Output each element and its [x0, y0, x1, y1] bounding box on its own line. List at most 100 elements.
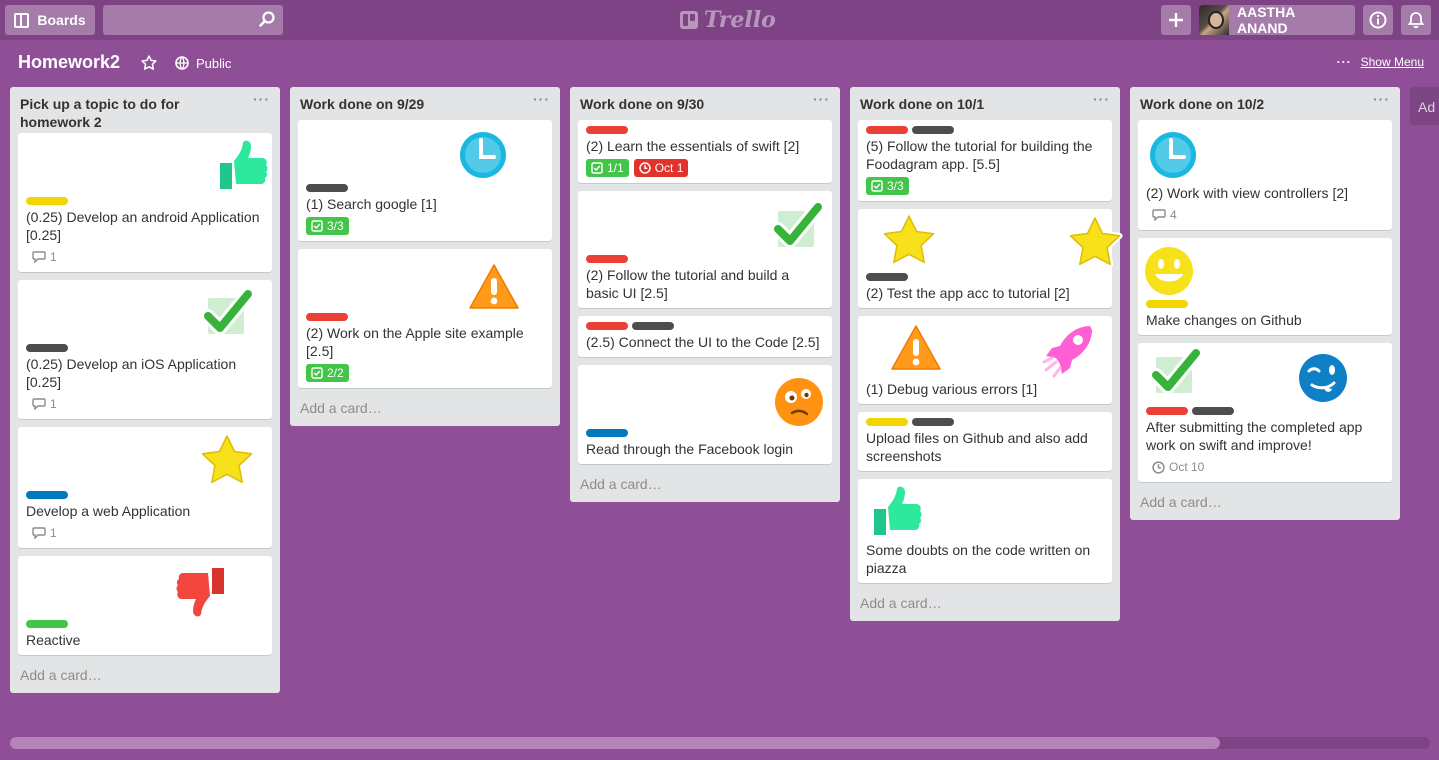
list-title[interactable]: Work done on 9/29	[300, 96, 424, 112]
list-header[interactable]: Work done on 10/1 ···	[850, 87, 1120, 120]
trello-logo[interactable]: Trello	[680, 7, 776, 33]
card[interactable]: (2) Work with view controllers [2] 4	[1138, 120, 1392, 230]
card[interactable]: (2.5) Connect the UI to the Code [2.5]	[578, 316, 832, 357]
list-menu-icon[interactable]: ···	[1093, 92, 1110, 106]
label-black	[1192, 407, 1234, 415]
label-black	[306, 184, 348, 192]
info-button[interactable]	[1363, 5, 1393, 35]
horizontal-scrollbar[interactable]	[10, 737, 1430, 749]
notifications-button[interactable]	[1401, 5, 1431, 35]
boards-icon	[14, 12, 30, 28]
add-card-button[interactable]: Add a card…	[1130, 490, 1400, 520]
list-header[interactable]: Pick up a topic to do for homework 2 ···	[10, 87, 280, 133]
card[interactable]: (5) Follow the tutorial for building the…	[858, 120, 1112, 201]
label-red	[306, 313, 348, 321]
list-header[interactable]: Work done on 10/2 ···	[1130, 87, 1400, 120]
comments-count: 4	[1170, 208, 1177, 222]
comments-badge: 1	[26, 395, 57, 413]
smile-face-icon	[1142, 244, 1196, 298]
show-menu-label: Show Menu	[1360, 55, 1424, 69]
card-title: After submitting the completed app work …	[1146, 419, 1363, 453]
list-header[interactable]: Work done on 9/30 ···	[570, 87, 840, 120]
clock-icon	[456, 128, 510, 182]
card-title: Some doubts on the code written on piazz…	[866, 542, 1091, 576]
card-title: (2) Work on the Apple site example [2.5]	[306, 325, 524, 359]
thumbs-up-icon	[217, 137, 271, 192]
card-title: (0.25) Develop an android Application [0…	[26, 209, 260, 243]
list-9-29: Work done on 9/29 ··· (1) Search google …	[290, 87, 560, 426]
add-card-button[interactable]: Add a card…	[10, 663, 280, 693]
comment-icon	[32, 251, 46, 263]
scrollbar-thumb[interactable]	[10, 737, 1220, 749]
list-menu-icon[interactable]: ···	[533, 92, 550, 106]
card-title: Reactive	[26, 632, 81, 648]
card[interactable]: Reactive	[18, 556, 272, 655]
card-title: (0.25) Develop an iOS Application [0.25]	[26, 356, 237, 390]
card-labels	[586, 322, 824, 330]
card[interactable]: (2) Test the app acc to tutorial [2]	[858, 209, 1123, 308]
warning-icon	[886, 320, 946, 374]
card[interactable]: (2) Follow the tutorial and build a basi…	[578, 191, 832, 308]
card[interactable]: After submitting the completed app work …	[1138, 343, 1392, 482]
checklist-icon	[871, 180, 883, 192]
add-card-button[interactable]: Add a card…	[850, 591, 1120, 621]
list-menu-icon[interactable]: ···	[253, 92, 270, 106]
wink-face-icon	[1296, 351, 1350, 405]
card[interactable]: Make changes on Github	[1138, 238, 1392, 335]
star-icon[interactable]	[140, 54, 158, 72]
checklist-icon	[311, 367, 323, 379]
trello-logo-text: Trello	[704, 7, 776, 33]
add-list-button[interactable]: Ad	[1410, 87, 1439, 125]
add-card-button[interactable]: Add a card…	[570, 472, 840, 502]
visibility-button[interactable]: Public	[175, 54, 231, 72]
thumbs-down-icon	[173, 565, 227, 620]
add-card-button[interactable]: Add a card…	[290, 396, 560, 426]
card-title: (1) Search google [1]	[306, 196, 437, 212]
card-labels	[586, 126, 824, 134]
card[interactable]: Some doubts on the code written on piazz…	[858, 479, 1112, 583]
thumbs-up-icon	[871, 483, 925, 538]
list-title[interactable]: Work done on 9/30	[580, 96, 704, 112]
list-topics: Pick up a topic to do for homework 2 ···…	[10, 87, 280, 693]
board-title[interactable]: Homework2	[18, 52, 120, 73]
search-input[interactable]	[103, 5, 283, 35]
card[interactable]: (0.25) Develop an iOS Application [0.25]…	[18, 280, 272, 419]
card[interactable]: (1) Debug various errors [1]	[858, 316, 1112, 404]
check-icon	[201, 287, 255, 338]
card[interactable]: Upload files on Github and also add scre…	[858, 412, 1112, 471]
search-icon[interactable]	[258, 10, 276, 28]
comments-count: 1	[50, 397, 57, 411]
list-title[interactable]: Pick up a topic to do for homework 2	[20, 96, 179, 130]
checklist-count: 1/1	[607, 161, 624, 175]
list-10-1: Work done on 10/1 ··· (5) Follow the tut…	[850, 87, 1123, 621]
checklist-icon	[311, 220, 323, 232]
card[interactable]: (2) Work on the Apple site example [2.5]…	[298, 249, 552, 388]
card-title: (2) Test the app acc to tutorial [2]	[866, 285, 1070, 301]
card[interactable]: Develop a web Application 1	[18, 427, 272, 548]
list-title[interactable]: Work done on 10/1	[860, 96, 984, 112]
list-menu-icon[interactable]: ···	[813, 92, 830, 106]
list-title[interactable]: Work done on 10/2	[1140, 96, 1264, 112]
list-menu-icon[interactable]: ···	[1373, 92, 1390, 106]
comments-badge: 1	[26, 248, 57, 266]
card-title: Develop a web Application	[26, 503, 191, 519]
card[interactable]: (2) Learn the essentials of swift [2] 1/…	[578, 120, 832, 183]
checklist-badge: 2/2	[306, 364, 349, 382]
card[interactable]: (0.25) Develop an android Application [0…	[18, 133, 272, 272]
member-menu-button[interactable]: AASTHA ANAND	[1199, 5, 1355, 35]
star-icon	[1067, 215, 1123, 268]
globe-icon	[175, 56, 189, 70]
due-date: Oct 10	[1169, 460, 1205, 474]
card[interactable]: (1) Search google [1] 3/3	[298, 120, 552, 241]
list-header[interactable]: Work done on 9/29 ···	[290, 87, 560, 120]
add-list-label: Ad	[1418, 99, 1436, 115]
show-menu-button[interactable]: ··· Show Menu	[1337, 55, 1424, 69]
boards-button[interactable]: Boards	[5, 5, 95, 35]
rocket-icon	[1042, 323, 1095, 378]
card[interactable]: Read through the Facebook login	[578, 365, 832, 464]
check-icon	[771, 200, 825, 251]
card-title: (5) Follow the tutorial for building the…	[866, 138, 1093, 172]
due-date-badge: Oct 10	[1146, 458, 1204, 476]
card-labels	[26, 344, 264, 352]
add-button[interactable]	[1161, 5, 1191, 35]
